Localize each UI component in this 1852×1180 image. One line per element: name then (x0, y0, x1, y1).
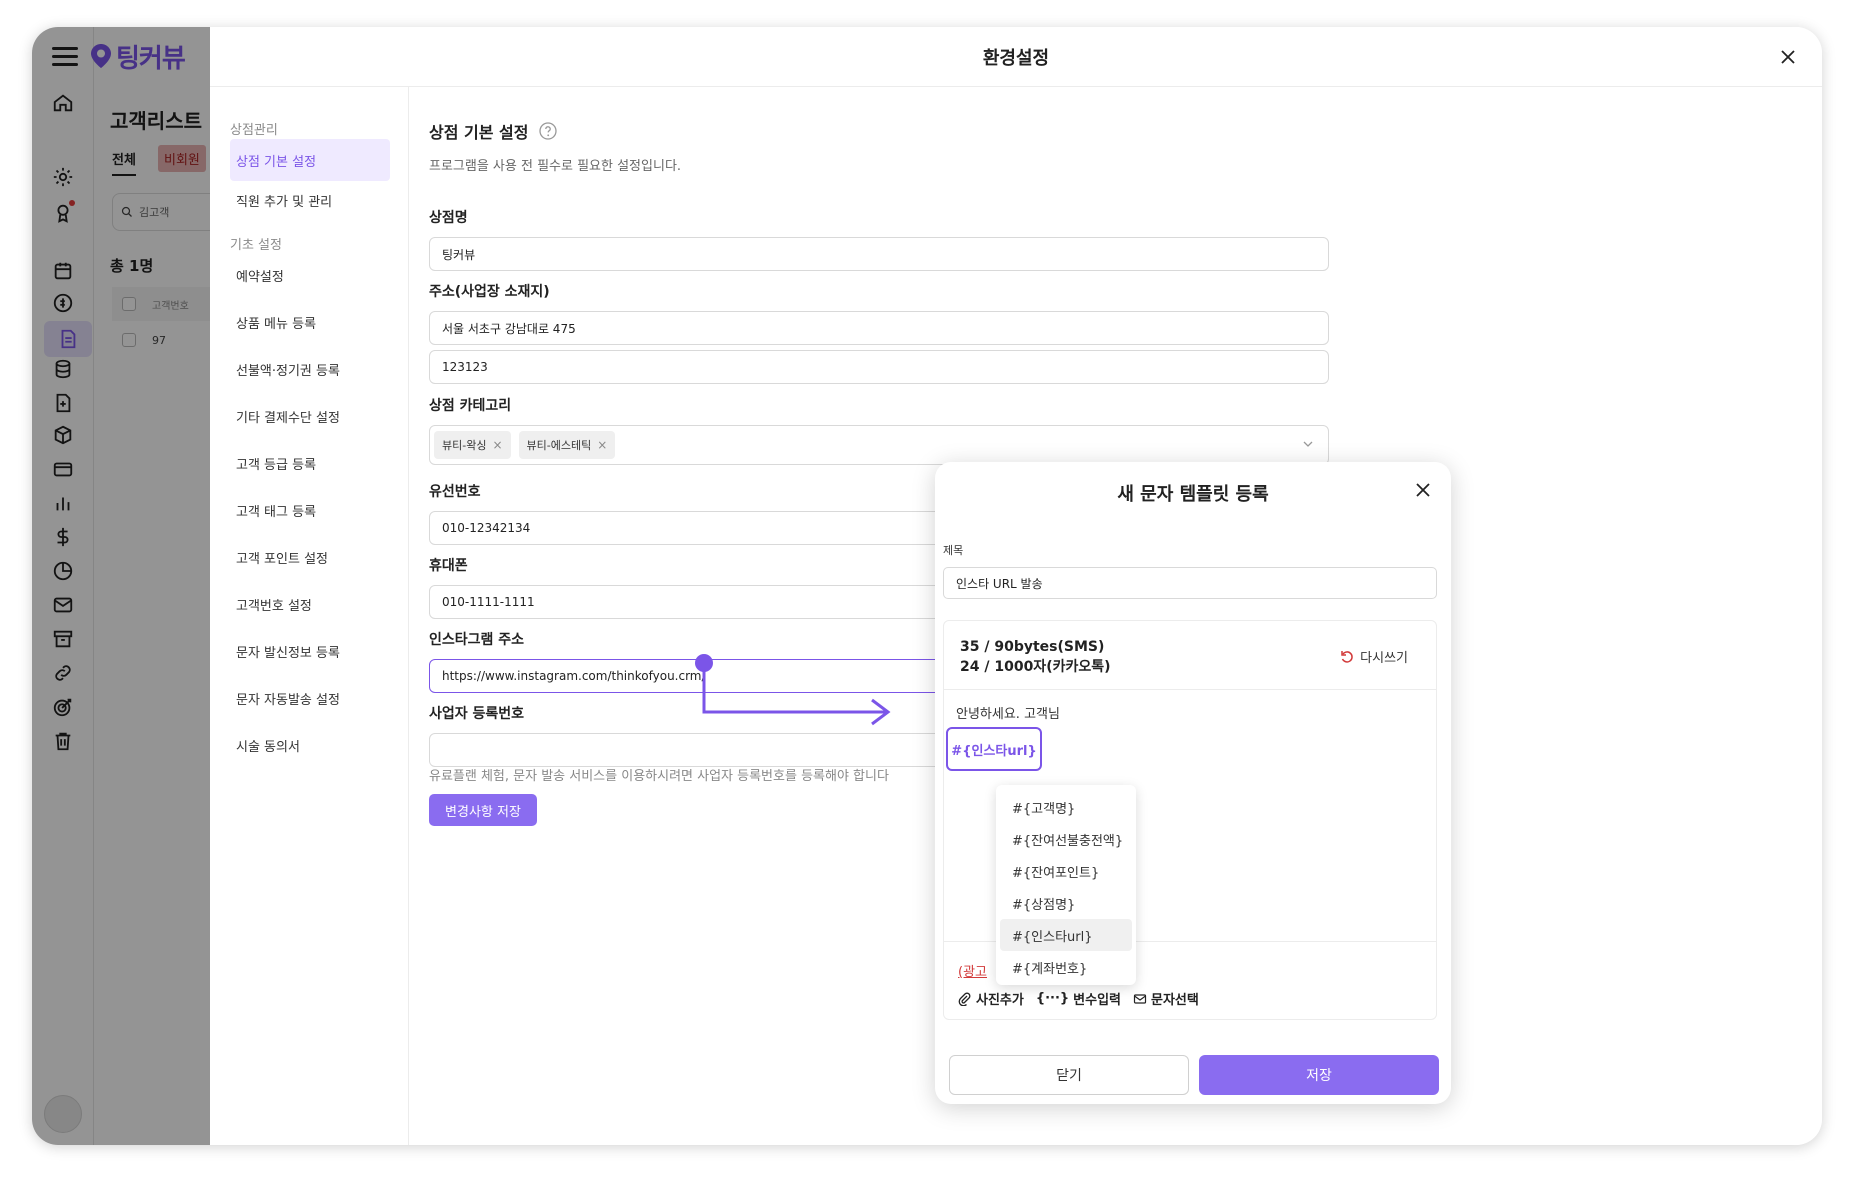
variable-option[interactable]: #{상점명} (1000, 887, 1132, 919)
category-chip-label: 뷰티-에스테틱 (526, 439, 592, 452)
close-icon[interactable] (1778, 47, 1798, 67)
store-name-input[interactable]: 팅커뷰 (429, 237, 1329, 271)
variable-option-highlighted[interactable]: #{인스타url} (1000, 919, 1132, 951)
variable-option[interactable]: #{계좌번호} (1000, 951, 1132, 983)
chip-remove-icon[interactable]: × (597, 438, 607, 452)
landline-label: 유선번호 (429, 484, 481, 500)
dim-overlay (32, 27, 210, 1145)
category-chip-label: 뷰티-왁싱 (442, 439, 487, 452)
save-button[interactable]: 저장 (1199, 1055, 1439, 1095)
sidebar-item-sms-auto[interactable]: 문자 자동발송 설정 (230, 677, 390, 719)
rewrite-button[interactable]: 다시쓰기 (1340, 647, 1408, 666)
mobile-label: 휴대폰 (429, 558, 468, 574)
category-select[interactable]: 뷰티-왁싱 × 뷰티-에스테틱 × (429, 425, 1329, 465)
message-body-text: 안녕하세요. 고객님 (956, 707, 1060, 722)
instagram-label: 인스타그램 주소 (429, 632, 525, 648)
help-icon[interactable] (538, 121, 558, 141)
settings-title: 환경설정 (982, 47, 1050, 69)
section-description: 프로그램을 사용 전 필수로 필요한 설정입니다. (429, 159, 682, 174)
biz-no-hint: 유료플랜 체험, 문자 발송 서비스를 이용하시려면 사업자 등록번호를 등록해… (429, 769, 889, 784)
select-message-button[interactable]: 문자선택 (1133, 989, 1199, 1008)
add-photo-button[interactable]: 사진추가 (958, 989, 1024, 1008)
insert-variable-label: 변수입력 (1073, 993, 1122, 1008)
new-sms-template-modal: 새 문자 템플릿 등록 제목 인스타 URL 발송 35 / 90bytes(S… (935, 462, 1451, 1104)
sidebar-item-customer-grade[interactable]: 고객 등급 등록 (230, 442, 390, 484)
sidebar-item-reservation[interactable]: 예약설정 (230, 254, 390, 296)
subject-label: 제목 (943, 544, 964, 557)
message-editor[interactable]: 35 / 90bytes(SMS) 24 / 1000자(카카오톡) 다시쓰기 … (943, 620, 1437, 1020)
close-icon[interactable] (1413, 480, 1433, 500)
selected-variable-token[interactable]: #{인스타url} (946, 727, 1042, 771)
settings-sidebar: 상점관리 상점 기본 설정 직원 추가 및 관리 기초 설정 예약설정 상품 메… (210, 87, 409, 1145)
select-message-label: 문자선택 (1151, 993, 1199, 1008)
sidebar-item-customer-no[interactable]: 고객번호 설정 (230, 583, 390, 625)
settings-header: 환경설정 (210, 27, 1822, 87)
variable-option[interactable]: #{잔여선불충전액} (1000, 823, 1132, 855)
app-window: 팅커뷰 고객리스트 전체 비회원 김고객 총 1명 고객번호 97 환경설정 상… (32, 27, 1822, 1145)
ad-label: (광고 (958, 965, 987, 980)
variable-option[interactable]: #{잔여포인트} (1000, 855, 1132, 887)
sidebar-item-store-basic[interactable]: 상점 기본 설정 (230, 139, 390, 181)
chip-remove-icon[interactable]: × (492, 438, 502, 452)
divider (944, 689, 1436, 690)
store-name-label: 상점명 (429, 210, 468, 226)
refresh-icon (1341, 650, 1353, 663)
category-label: 상점 카테고리 (429, 398, 512, 414)
section-title-text: 상점 기본 설정 (429, 123, 529, 142)
sidebar-item-sms-sender[interactable]: 문자 발신정보 등록 (230, 630, 390, 672)
sidebar-group-store: 상점관리 (230, 123, 278, 138)
paperclip-icon (958, 992, 971, 1006)
sidebar-item-customer-tag[interactable]: 고객 태그 등록 (230, 489, 390, 531)
sidebar-group-basic: 기초 설정 (230, 238, 282, 253)
braces-icon: {···} (1035, 991, 1070, 1006)
insert-variable-button[interactable]: {···} 변수입력 (1036, 989, 1121, 1008)
address-detail-input[interactable]: 123123 (429, 350, 1329, 384)
chevron-down-icon[interactable] (1302, 438, 1314, 450)
sidebar-item-product-menu[interactable]: 상품 메뉴 등록 (230, 301, 390, 343)
sidebar-item-payment-method[interactable]: 기타 결제수단 설정 (230, 395, 390, 437)
sidebar-item-staff[interactable]: 직원 추가 및 관리 (230, 179, 390, 221)
address-label: 주소(사업장 소재지) (429, 284, 550, 300)
subject-input[interactable]: 인스타 URL 발송 (943, 567, 1437, 599)
section-title: 상점 기본 설정 (429, 119, 558, 143)
address-input[interactable]: 서울 서초구 강남대로 475 (429, 311, 1329, 345)
close-button[interactable]: 닫기 (949, 1055, 1189, 1095)
sidebar-item-consent[interactable]: 시술 동의서 (230, 724, 390, 766)
variable-dropdown: #{고객명} #{잔여선불충전액} #{잔여포인트} #{상점명} #{인스타u… (996, 785, 1136, 985)
sidebar-item-prepaid[interactable]: 선불액·정기권 등록 (230, 348, 390, 390)
biz-no-label: 사업자 등록번호 (429, 706, 525, 722)
sms-byte-count: 35 / 90bytes(SMS) (960, 639, 1105, 655)
save-changes-button[interactable]: 변경사항 저장 (429, 794, 537, 826)
category-chip: 뷰티-에스테틱 × (518, 431, 616, 459)
editor-toolbar: 사진추가 {···} 변수입력 문자선택 (958, 989, 1199, 1008)
modal-title: 새 문자 템플릿 등록 (1117, 484, 1269, 505)
add-photo-label: 사진추가 (976, 993, 1024, 1008)
kakao-char-count: 24 / 1000자(카카오톡) (960, 659, 1111, 675)
variable-option[interactable]: #{고객명} (1000, 791, 1132, 823)
sidebar-item-customer-point[interactable]: 고객 포인트 설정 (230, 536, 390, 578)
mail-icon (1133, 993, 1147, 1004)
category-chip: 뷰티-왁싱 × (434, 431, 511, 459)
rewrite-label: 다시쓰기 (1360, 651, 1408, 666)
byte-counter: 35 / 90bytes(SMS) 24 / 1000자(카카오톡) (960, 637, 1111, 677)
